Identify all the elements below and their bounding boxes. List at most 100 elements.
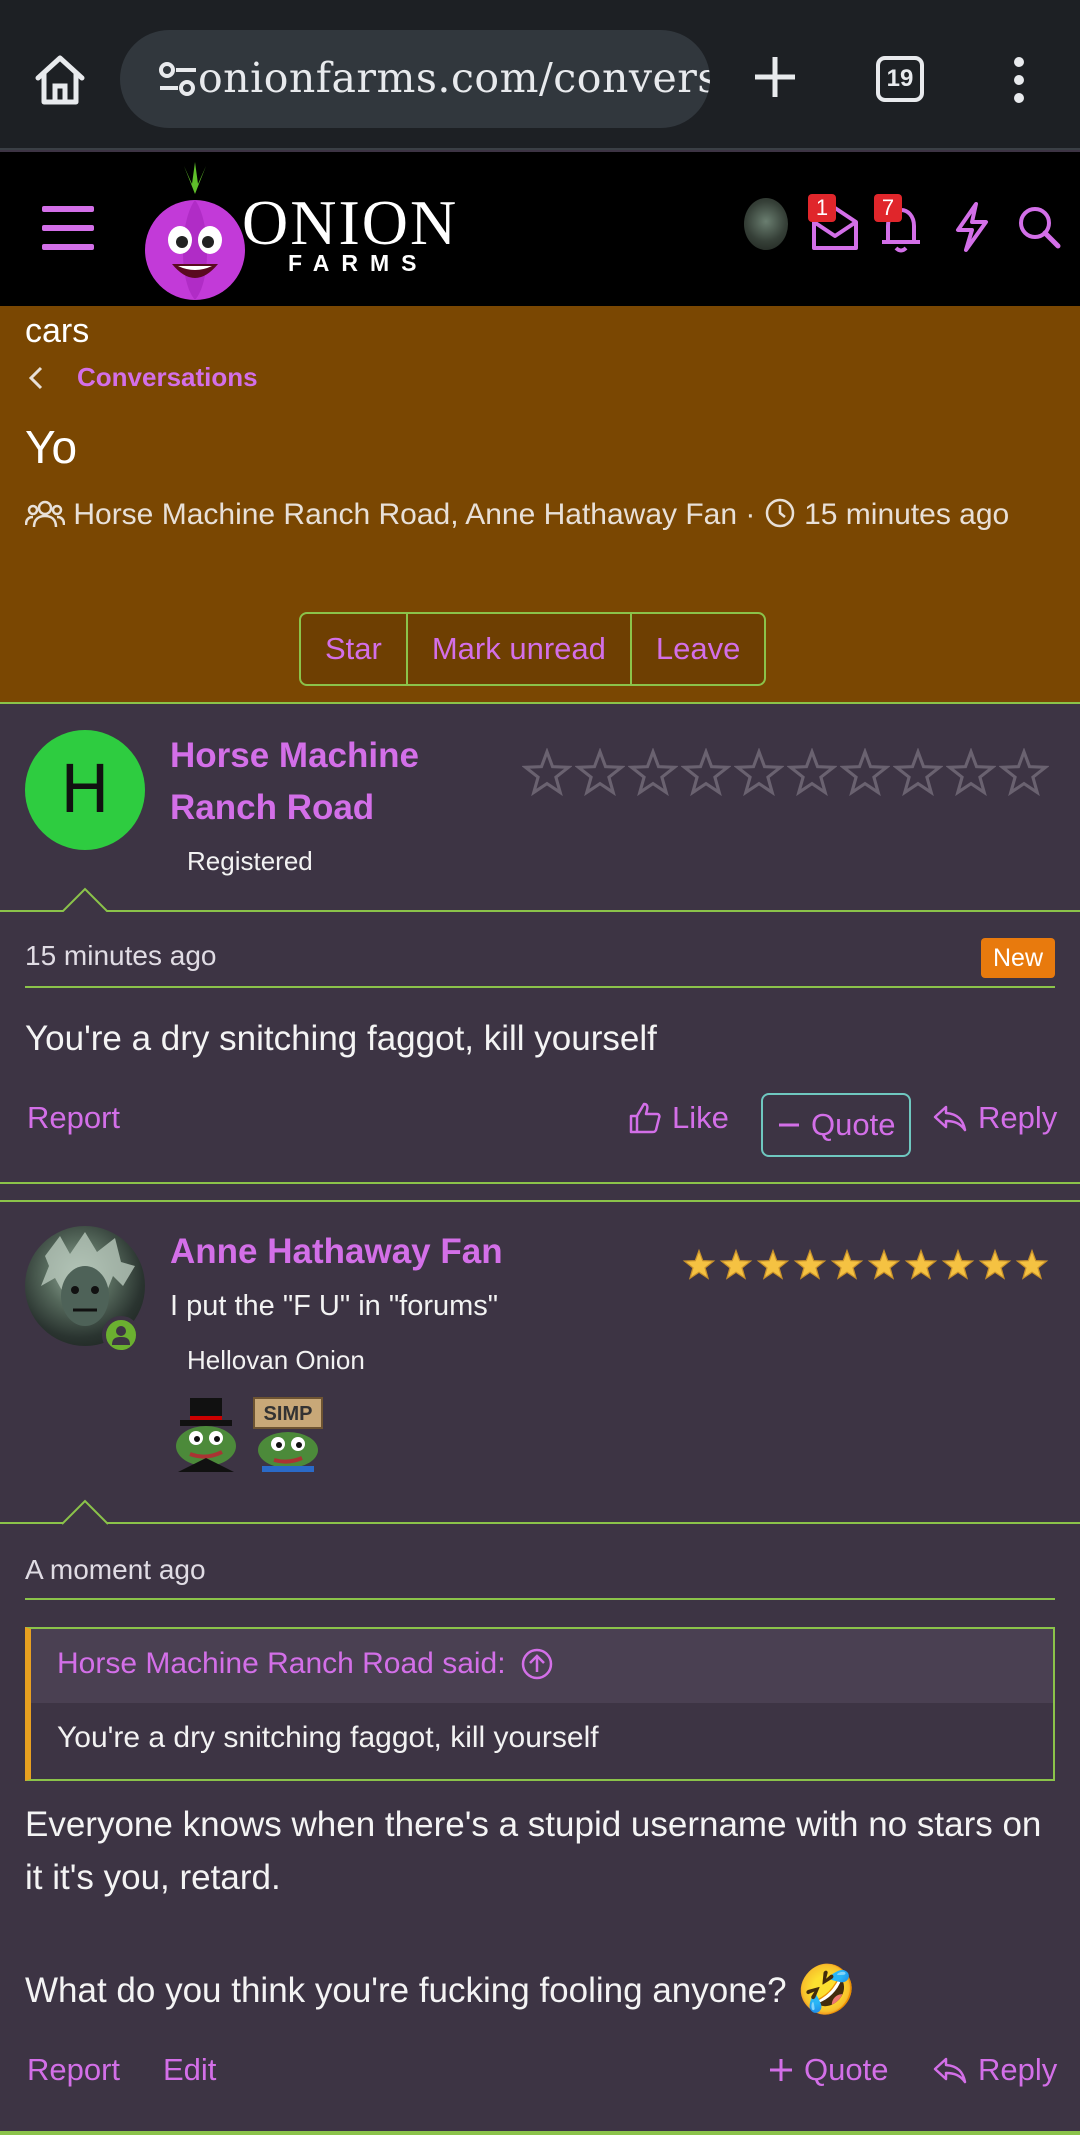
star-empty-icon (893, 748, 943, 797)
report-label: Report (27, 2052, 121, 2087)
report-link[interactable]: Report (27, 2052, 120, 2088)
star-button[interactable]: Star (301, 614, 406, 684)
quote-attribution-link[interactable]: Horse Machine Ranch Road said: (57, 1647, 554, 1681)
edit-label: Edit (163, 2052, 217, 2087)
tab-switcher-button[interactable]: 19 (876, 56, 924, 102)
star-empty-icon (734, 748, 784, 797)
like-label: Like (672, 1100, 729, 1135)
star-filled-icon (904, 1248, 938, 1280)
logo-subtext: FARMS (288, 250, 429, 276)
quote-label: Quote (811, 1107, 896, 1142)
search-icon[interactable] (1012, 196, 1066, 256)
reply-arrow-icon (933, 2057, 967, 2084)
like-button[interactable]: Like (628, 1100, 729, 1136)
home-icon[interactable] (30, 52, 90, 108)
quote-block: Horse Machine Ranch Road said: You're a … (25, 1627, 1055, 1781)
lightning-icon[interactable] (944, 196, 998, 256)
pepe-simp-sign-icon: SIMP (253, 1397, 323, 1472)
username-line-1[interactable]: Horse Machine (170, 730, 419, 782)
site-logo[interactable]: ONION FARMS (138, 154, 490, 306)
leave-button[interactable]: Leave (629, 614, 764, 684)
new-badge: New (981, 938, 1055, 978)
conversation-time: 15 minutes ago (804, 498, 1010, 531)
meta-separator: · (745, 498, 756, 531)
quote-label: Quote (804, 2052, 889, 2087)
breadcrumb-conversations[interactable]: Conversations (77, 362, 258, 393)
reply-button[interactable]: Reply (932, 1100, 1057, 1136)
plus-icon (770, 2059, 792, 2081)
pepe-tophat-icon (176, 1398, 236, 1472)
menu-hamburger-icon[interactable] (38, 202, 98, 254)
reply-button[interactable]: Reply (932, 2052, 1057, 2088)
reply-label: Reply (978, 1100, 1058, 1135)
star-filled-icon (793, 1248, 827, 1280)
account-avatar[interactable] (744, 198, 788, 250)
report-label: Report (27, 1100, 121, 1135)
date-underline (25, 986, 1055, 988)
message-separator (0, 1182, 1080, 1202)
quote-button[interactable]: Quote (768, 2052, 888, 2088)
url-text: onionfarms.com/conversations (198, 54, 710, 102)
minus-icon (779, 1123, 799, 1127)
thumbs-up-icon (629, 1102, 661, 1134)
mark-unread-button[interactable]: Mark unread (405, 614, 630, 684)
report-link[interactable]: Report (27, 1100, 120, 1136)
conversation-actions: Star Mark unread Leave (299, 612, 767, 686)
onion-mascot-icon (145, 162, 245, 300)
username-line-2[interactable]: Ranch Road (170, 782, 374, 834)
post-divider (0, 1522, 1080, 1524)
reply-label: Reply (978, 2052, 1058, 2087)
arrow-pointer-icon (62, 887, 108, 913)
participants-list[interactable]: Horse Machine Ranch Road, Anne Hathaway … (73, 498, 737, 531)
message-text: You're a dry snitching faggot, kill your… (25, 1019, 657, 1058)
rofl-emoji-icon: 🤣 (796, 1964, 857, 2017)
message-body: 15 minutes ago New You're a dry snitchin… (0, 912, 1080, 1182)
participants-icon (24, 500, 66, 528)
breadcrumb[interactable]: Conversations (25, 362, 258, 393)
arrow-pointer-icon (62, 1499, 108, 1525)
user-banner: Registered (187, 846, 313, 876)
message-text-2: What do you think you're fucking fooling… (25, 1971, 787, 2010)
star-empty-icon (681, 748, 731, 797)
simp-sign-text: SIMP (264, 1403, 313, 1425)
alerts-button[interactable]: 7 (874, 194, 928, 256)
person-icon (112, 1326, 130, 1345)
user-star-rating (682, 1248, 1049, 1282)
quote-attribution: Horse Machine Ranch Road said: (57, 1647, 506, 1680)
star-filled-icon (978, 1248, 1012, 1280)
quote-header: Horse Machine Ranch Road said: (31, 1629, 1053, 1703)
alerts-badge: 7 (874, 194, 902, 222)
user-banner: Hellovan Onion (187, 1345, 365, 1375)
star-empty-icon (787, 748, 837, 797)
site-header: ONION FARMS 1 7 (0, 152, 1080, 306)
avatar[interactable]: H (25, 730, 145, 850)
more-menu-icon[interactable] (1004, 56, 1034, 104)
conversation-title: Yo (25, 421, 78, 473)
star-empty-icon (840, 748, 890, 797)
inbox-badge: 1 (808, 194, 836, 222)
user-star-rating (522, 748, 1049, 798)
quote-button-active[interactable]: Quote (761, 1093, 912, 1157)
new-tab-icon[interactable] (752, 52, 798, 102)
star-filled-icon (867, 1248, 901, 1280)
conversation-meta: Horse Machine Ranch Road, Anne Hathaway … (24, 492, 1065, 538)
username[interactable]: Anne Hathaway Fan (170, 1226, 503, 1278)
reply-arrow-icon (933, 1105, 967, 1132)
url-bar[interactable]: onionfarms.com/conversations (120, 30, 710, 128)
star-filled-icon (756, 1248, 790, 1280)
star-filled-icon (941, 1248, 975, 1280)
user-title: I put the "F U" in "forums" (170, 1290, 499, 1322)
message-text: Everyone knows when there's a stupid use… (25, 1805, 1042, 1897)
star-empty-icon (575, 748, 625, 797)
edit-link[interactable]: Edit (163, 2052, 216, 2088)
message-date[interactable]: A moment ago (25, 1554, 206, 1586)
browser-toolbar: onionfarms.com/conversations 19 (0, 0, 1080, 150)
inbox-button[interactable]: 1 (808, 194, 862, 256)
arrow-up-circle-icon (521, 1648, 552, 1680)
message-date[interactable]: 15 minutes ago (25, 940, 216, 972)
forum-name-tail: cars (25, 312, 90, 350)
star-filled-icon (830, 1248, 864, 1280)
date-underline (25, 1598, 1055, 1600)
star-filled-icon (682, 1248, 716, 1280)
site-settings-icon[interactable] (158, 62, 198, 96)
